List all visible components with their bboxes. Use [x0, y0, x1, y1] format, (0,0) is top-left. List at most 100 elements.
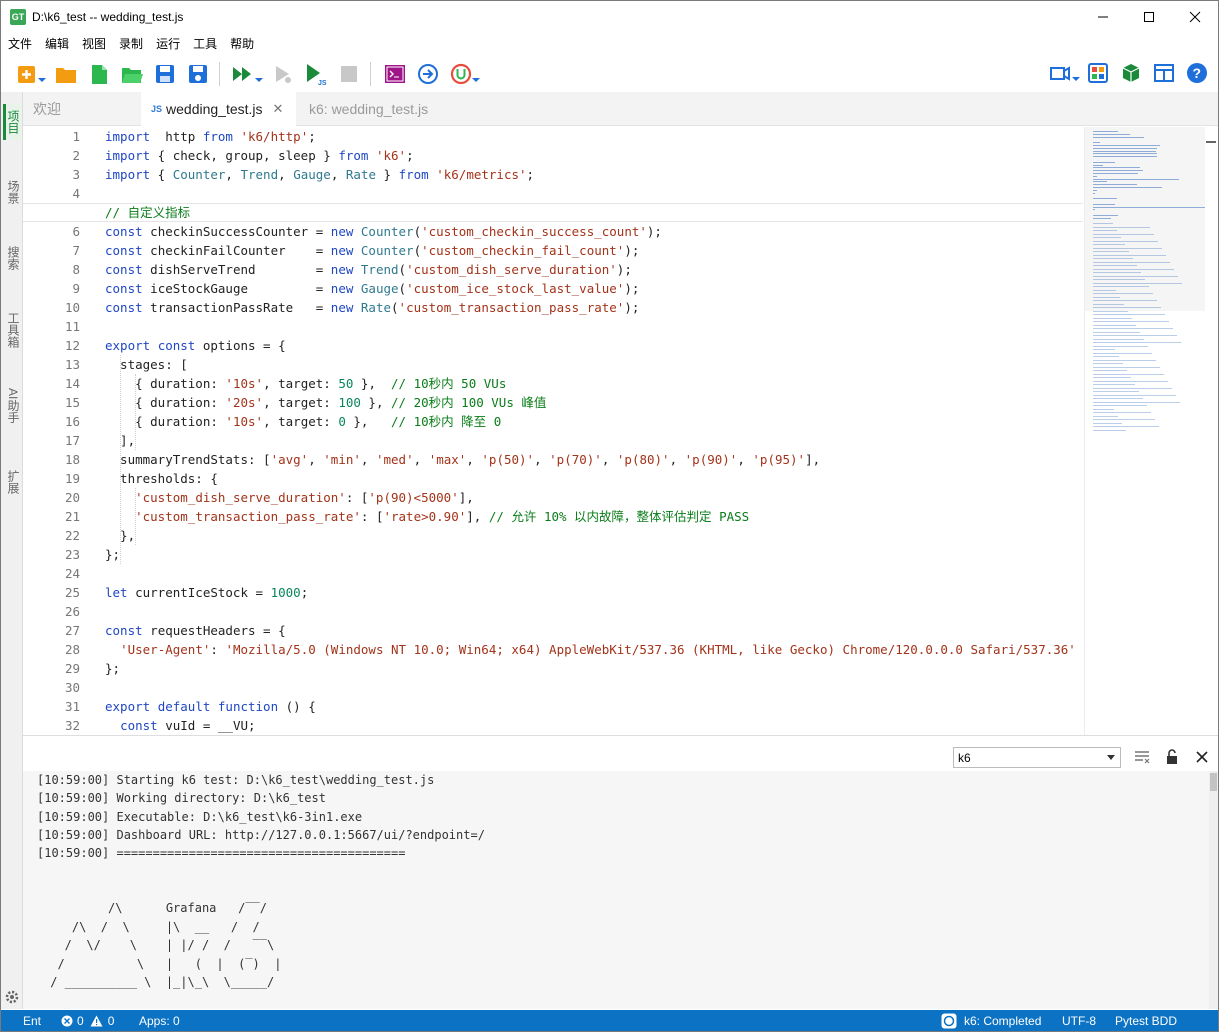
minimap[interactable] — [1084, 127, 1218, 735]
code-line[interactable] — [105, 564, 1083, 583]
status-encoding[interactable]: UTF-8 — [1062, 1010, 1096, 1031]
save-button[interactable] — [151, 60, 178, 88]
output-console[interactable]: [10:59:00] Starting k6 test: D:\k6_test\… — [23, 771, 1218, 1009]
code-line[interactable]: stages: [ — [105, 355, 1083, 374]
run-all-button[interactable] — [230, 60, 263, 88]
code-line[interactable]: const checkinSuccessCounter = new Counte… — [105, 222, 1083, 241]
device-button[interactable] — [1047, 59, 1080, 87]
tab-wedding-test-js[interactable]: JS wedding_test.js ✕ — [141, 92, 296, 126]
code-line[interactable] — [105, 678, 1083, 697]
close-panel-icon[interactable] — [1193, 748, 1211, 766]
code-token: iceStockGauge = — [142, 281, 331, 296]
code-line[interactable]: const iceStockGauge = new Gauge('custom_… — [105, 279, 1083, 298]
code-line[interactable] — [105, 317, 1083, 336]
status-framework[interactable]: Pytest BDD — [1115, 1010, 1177, 1031]
sidebar-tab-ai-assistant[interactable]: AI助手 — [3, 382, 21, 429]
gear-icon[interactable] — [4, 989, 20, 1005]
status-mode[interactable]: Ent — [23, 1010, 41, 1031]
code-token: summaryTrendStats: [ — [105, 452, 271, 467]
code-editor[interactable]: 1234567891011121314151617181920212223242… — [23, 127, 1083, 735]
navigate-button[interactable] — [414, 60, 441, 88]
menu-view[interactable]: 视图 — [75, 35, 112, 52]
line-number: 2 — [72, 148, 80, 163]
output-source-select[interactable]: k6 — [953, 747, 1121, 768]
tab-welcome[interactable]: 欢迎 — [23, 92, 141, 126]
title-bar: GT D:\k6_test -- wedding_test.js — [1, 1, 1218, 32]
menu-run[interactable]: 运行 — [149, 35, 186, 52]
code-line[interactable]: const transactionPassRate = new Rate('cu… — [105, 298, 1083, 317]
run-js-button[interactable]: JS — [302, 60, 329, 88]
code-line[interactable]: thresholds: { — [105, 469, 1083, 488]
code-line[interactable] — [105, 602, 1083, 621]
code-line[interactable] — [105, 184, 1083, 203]
panel-layout-button[interactable] — [1150, 59, 1177, 87]
code-line[interactable]: }; — [105, 659, 1083, 678]
close-window-button[interactable] — [1172, 1, 1218, 32]
status-k6[interactable]: k6: Completed — [941, 1010, 1041, 1031]
status-apps[interactable]: Apps: 0 — [139, 1010, 180, 1031]
code-token: options = { — [195, 338, 286, 353]
menu-help[interactable]: 帮助 — [223, 35, 260, 52]
sidebar-tab-search[interactable]: 搜索 — [3, 240, 21, 276]
code-line[interactable]: // 自定义指标 — [23, 203, 1083, 222]
code-line[interactable]: let currentIceStock = 1000; — [105, 583, 1083, 602]
sidebar-tab-scenario[interactable]: 场景 — [3, 174, 21, 210]
stop-button[interactable] — [335, 60, 362, 88]
open-folder-button[interactable] — [52, 60, 79, 88]
code-line[interactable]: const checkinFailCounter = new Counter('… — [105, 241, 1083, 260]
code-line[interactable]: export const options = { — [105, 336, 1083, 355]
menu-record[interactable]: 录制 — [112, 35, 149, 52]
code-line[interactable]: summaryTrendStats: ['avg', 'min', 'med',… — [105, 450, 1083, 469]
code-line[interactable]: const requestHeaders = { — [105, 621, 1083, 640]
code-line[interactable]: }, — [105, 526, 1083, 545]
open-file-button[interactable] — [118, 60, 145, 88]
code-line[interactable]: const vuId = __VU; — [105, 716, 1083, 735]
layout-button[interactable] — [1084, 59, 1111, 87]
unit-test-button[interactable] — [447, 60, 480, 88]
code-line[interactable]: ], — [105, 431, 1083, 450]
output-scrollbar[interactable] — [1209, 771, 1218, 1009]
output-scroll-thumb[interactable] — [1210, 773, 1217, 791]
code-token: 'rate>0.90' — [383, 509, 467, 524]
help-button[interactable]: ? — [1183, 59, 1210, 87]
warning-count: 0 — [107, 1014, 115, 1028]
terminal-button[interactable] — [381, 60, 408, 88]
line-number: 17 — [64, 433, 80, 448]
save-all-button[interactable] — [184, 60, 211, 88]
menu-tools[interactable]: 工具 — [186, 35, 223, 52]
new-file-button[interactable] — [85, 60, 112, 88]
code-line[interactable]: 'User-Agent': 'Mozilla/5.0 (Windows NT 1… — [105, 640, 1083, 659]
code-line[interactable]: 'custom_dish_serve_duration': ['p(90)<50… — [105, 488, 1083, 507]
sidebar-tab-extensions[interactable]: 扩展 — [3, 464, 21, 500]
code-line[interactable]: import { Counter, Trend, Gauge, Rate } f… — [105, 165, 1083, 184]
package-button[interactable] — [1117, 59, 1144, 87]
code-line[interactable]: }; — [105, 545, 1083, 564]
code-token: from — [338, 148, 369, 163]
lock-scroll-icon[interactable] — [1163, 748, 1181, 766]
run-disabled-button[interactable] — [269, 60, 296, 88]
code-line[interactable]: 'custom_transaction_pass_rate': ['rate>0… — [105, 507, 1083, 526]
code-line[interactable]: import { check, group, sleep } from 'k6'… — [105, 146, 1083, 165]
code-content[interactable]: import http from 'k6/http'; import { chec… — [23, 127, 1083, 735]
sidebar-tab-project[interactable]: 项目 — [3, 104, 21, 140]
minimap-line — [1093, 412, 1151, 413]
code-line[interactable]: import http from 'k6/http'; — [105, 127, 1083, 146]
code-line[interactable]: const dishServeTrend = new Trend('custom… — [105, 260, 1083, 279]
code-line[interactable]: { duration: '20s', target: 100 }, // 20秒… — [105, 393, 1083, 412]
status-problems[interactable]: 0 0 — [61, 1010, 115, 1031]
minimize-button[interactable] — [1080, 1, 1126, 32]
new-menu-button[interactable] — [13, 60, 46, 88]
maximize-button[interactable] — [1126, 1, 1172, 32]
minimap-line — [1093, 247, 1162, 249]
menu-file[interactable]: 文件 — [1, 35, 38, 52]
clear-output-icon[interactable] — [1133, 748, 1151, 766]
tab-k6-output[interactable]: k6: wedding_test.js — [299, 92, 459, 126]
sidebar-tab-toolbox[interactable]: 工具箱 — [3, 306, 21, 354]
code-token: Counter — [360, 243, 414, 258]
code-line[interactable]: { duration: '10s', target: 0 }, // 10秒内 … — [105, 412, 1083, 431]
menu-edit[interactable]: 编辑 — [38, 35, 75, 52]
tab-close-icon[interactable]: ✕ — [273, 101, 284, 117]
code-token: , — [534, 452, 550, 467]
code-line[interactable]: export default function () { — [105, 697, 1083, 716]
code-line[interactable]: { duration: '10s', target: 50 }, // 10秒内… — [105, 374, 1083, 393]
